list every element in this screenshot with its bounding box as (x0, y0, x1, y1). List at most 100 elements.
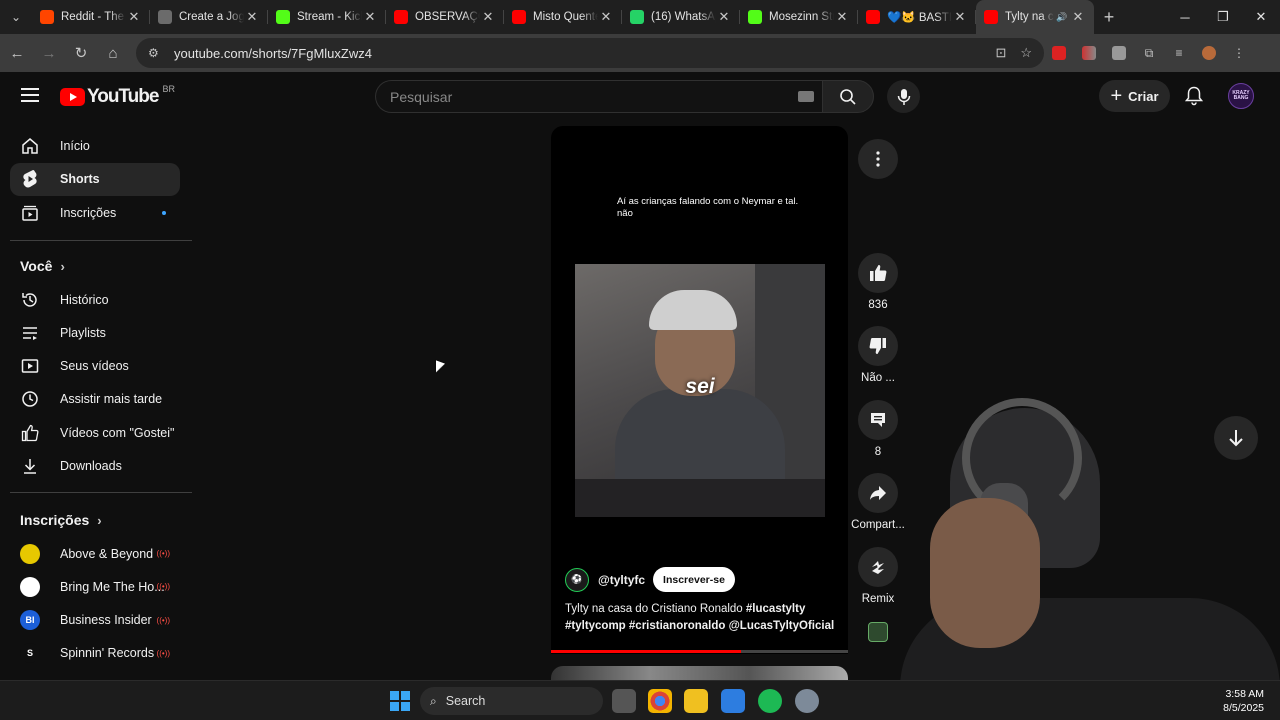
sidebar-item-liked[interactable]: Vídeos com "Gostei" (10, 416, 180, 449)
search-input[interactable]: Pesquisar (375, 80, 822, 113)
channel-row: ⚽ @tyltyfc Inscrever-se (565, 567, 735, 592)
spotify-icon[interactable] (758, 689, 782, 713)
create-button[interactable]: + Criar (1099, 80, 1170, 112)
close-tab-icon[interactable]: ✕ (716, 9, 732, 25)
more-options-button[interactable] (853, 139, 903, 185)
sidebar-item-your-videos[interactable]: Seus vídeos (10, 350, 180, 383)
youtube-logo[interactable]: YouTube BR (60, 84, 175, 108)
browser-tab[interactable]: Reddit - The heart✕ (32, 0, 150, 34)
windows-start-icon[interactable] (390, 691, 410, 711)
minimize-icon[interactable]: ─ (1166, 0, 1204, 34)
new-tab-button[interactable]: + (1094, 7, 1124, 28)
close-tab-icon[interactable]: ✕ (598, 9, 614, 25)
like-button[interactable]: 836 (853, 253, 903, 311)
home-icon[interactable]: ⌂ (98, 38, 128, 68)
search-button[interactable] (822, 80, 874, 113)
subscription-channel[interactable]: Bring Me The Ho... ((•)) (10, 570, 180, 603)
keyboard-icon[interactable] (798, 91, 814, 102)
address-bar[interactable]: ⚙ youtube.com/shorts/7FgMluxZwz4 ⊡ ☆ (136, 38, 1044, 68)
close-tab-icon[interactable]: ✕ (126, 9, 142, 25)
thumbs-up-icon (858, 253, 898, 293)
microsoft-store-icon[interactable] (721, 689, 745, 713)
taskbar-search[interactable]: ⌕ Search (420, 687, 603, 715)
sidebar-item-history[interactable]: Histórico (10, 283, 180, 316)
sidebar-item-download[interactable]: Downloads (10, 450, 180, 483)
notifications-bell-icon[interactable] (1183, 84, 1205, 108)
bookmark-star-icon[interactable]: ☆ (1020, 45, 1032, 61)
sidebar-item-home[interactable]: Início (10, 129, 180, 162)
extension-gradient-icon[interactable] (1074, 38, 1104, 68)
youtube-icon (394, 10, 408, 24)
sidebar-item-subscriptions[interactable]: Inscrições (10, 196, 180, 229)
subscription-channel[interactable]: BI Business Insider ((•)) (10, 604, 180, 637)
maximize-icon[interactable]: ❐ (1204, 0, 1242, 34)
subscription-channel[interactable]: Above & Beyond ((•)) (10, 537, 180, 570)
menu-hamburger-icon[interactable] (21, 88, 39, 102)
tab-title: Misto Quente (533, 11, 598, 23)
browser-tab[interactable]: Create a Jogador✕ (150, 0, 268, 34)
like-count: 836 (868, 299, 888, 311)
dislike-button[interactable]: Não ... (853, 326, 903, 384)
browser-tab[interactable]: Mosezinn Stream✕ (740, 0, 858, 34)
video-progress-bar[interactable] (551, 650, 848, 653)
audio-playing-icon[interactable]: 🔊 (1054, 12, 1070, 23)
system-clock[interactable]: 3:58 AM 8/5/2025 (1223, 687, 1264, 715)
tab-list-chevron-icon[interactable]: ⌄ (0, 0, 32, 34)
subscribe-button[interactable]: Inscrever-se (653, 567, 735, 592)
browser-menu-icon[interactable]: ⋮ (1224, 38, 1254, 68)
comment-icon (858, 400, 898, 440)
browser-tab[interactable]: Stream - Kick ✕ (268, 0, 386, 34)
voice-search-button[interactable] (887, 80, 920, 113)
liked-icon (20, 423, 40, 443)
profile-avatar-icon[interactable] (1194, 38, 1224, 68)
close-tab-icon[interactable]: ✕ (1070, 9, 1086, 25)
file-explorer-icon[interactable] (684, 689, 708, 713)
channel-avatar[interactable]: ⚽ (565, 567, 589, 592)
back-icon[interactable]: ← (2, 38, 32, 68)
media-control-icon[interactable]: ≡ (1164, 38, 1194, 68)
live-indicator-icon: ((•)) (156, 549, 170, 558)
close-tab-icon[interactable]: ✕ (952, 9, 968, 25)
browser-toolbar: ← → ↻ ⌂ ⚙ youtube.com/shorts/7FgMluxZwz4… (0, 34, 1280, 72)
you-heading-label: Você (20, 258, 53, 274)
audio-track-thumbnail[interactable] (868, 622, 888, 642)
install-app-icon[interactable]: ⊡ (995, 45, 1006, 61)
settings-gear-icon[interactable] (795, 689, 819, 713)
plus-icon: + (1110, 85, 1123, 107)
extensions-puzzle-icon[interactable]: ⧉ (1134, 38, 1164, 68)
browser-tab[interactable]: 💙🐱 BASTIDORES✕ (858, 0, 976, 34)
site-info-icon[interactable]: ⚙ (148, 46, 166, 60)
sidebar-item-playlists[interactable]: Playlists (10, 316, 180, 349)
forward-icon[interactable]: → (34, 38, 64, 68)
close-tab-icon[interactable]: ✕ (480, 9, 496, 25)
subscription-channel[interactable]: S Spinnin' Records ((•)) (10, 637, 180, 670)
extension-red-icon[interactable] (1044, 38, 1074, 68)
browser-tab[interactable]: (16) WhatsApp✕ (622, 0, 740, 34)
channel-avatar (20, 543, 40, 564)
subscriptions-section-heading[interactable]: Inscrições › (20, 512, 102, 528)
channel-name[interactable]: @tyltyfc (598, 573, 645, 587)
close-tab-icon[interactable]: ✕ (834, 9, 850, 25)
chrome-icon[interactable] (648, 689, 672, 713)
reload-icon[interactable]: ↻ (66, 38, 96, 68)
extension-grey-icon[interactable] (1104, 38, 1134, 68)
account-avatar[interactable]: KRAZY BANG (1228, 83, 1254, 109)
task-view-icon[interactable] (612, 689, 636, 713)
sidebar-item-watch-later[interactable]: Assistir mais tarde (10, 383, 180, 416)
browser-tab[interactable]: OBSERVAÇÕES✕ (386, 0, 504, 34)
share-button[interactable]: Compart... (851, 473, 905, 531)
browser-tab[interactable]: Tylty na casa🔊✕ (976, 0, 1094, 34)
remix-button[interactable]: Remix (853, 547, 903, 605)
clock-time: 3:58 AM (1225, 688, 1264, 700)
sidebar-item-shorts[interactable]: Shorts (10, 162, 180, 196)
you-section-heading[interactable]: Você › (20, 258, 65, 274)
browser-tab[interactable]: Misto Quente ✕ (504, 0, 622, 34)
close-window-icon[interactable]: ✕ (1242, 0, 1280, 34)
shorts-player[interactable]: Aí as crianças falando com o Neymar e ta… (551, 126, 848, 654)
comments-button[interactable]: 8 (853, 400, 903, 458)
video-description[interactable]: Tylty na casa do Cristiano Ronaldo #luca… (565, 601, 837, 635)
close-tab-icon[interactable]: ✕ (362, 9, 378, 25)
tab-title: (16) WhatsApp (651, 11, 716, 23)
download-icon (20, 456, 40, 476)
close-tab-icon[interactable]: ✕ (244, 9, 260, 25)
